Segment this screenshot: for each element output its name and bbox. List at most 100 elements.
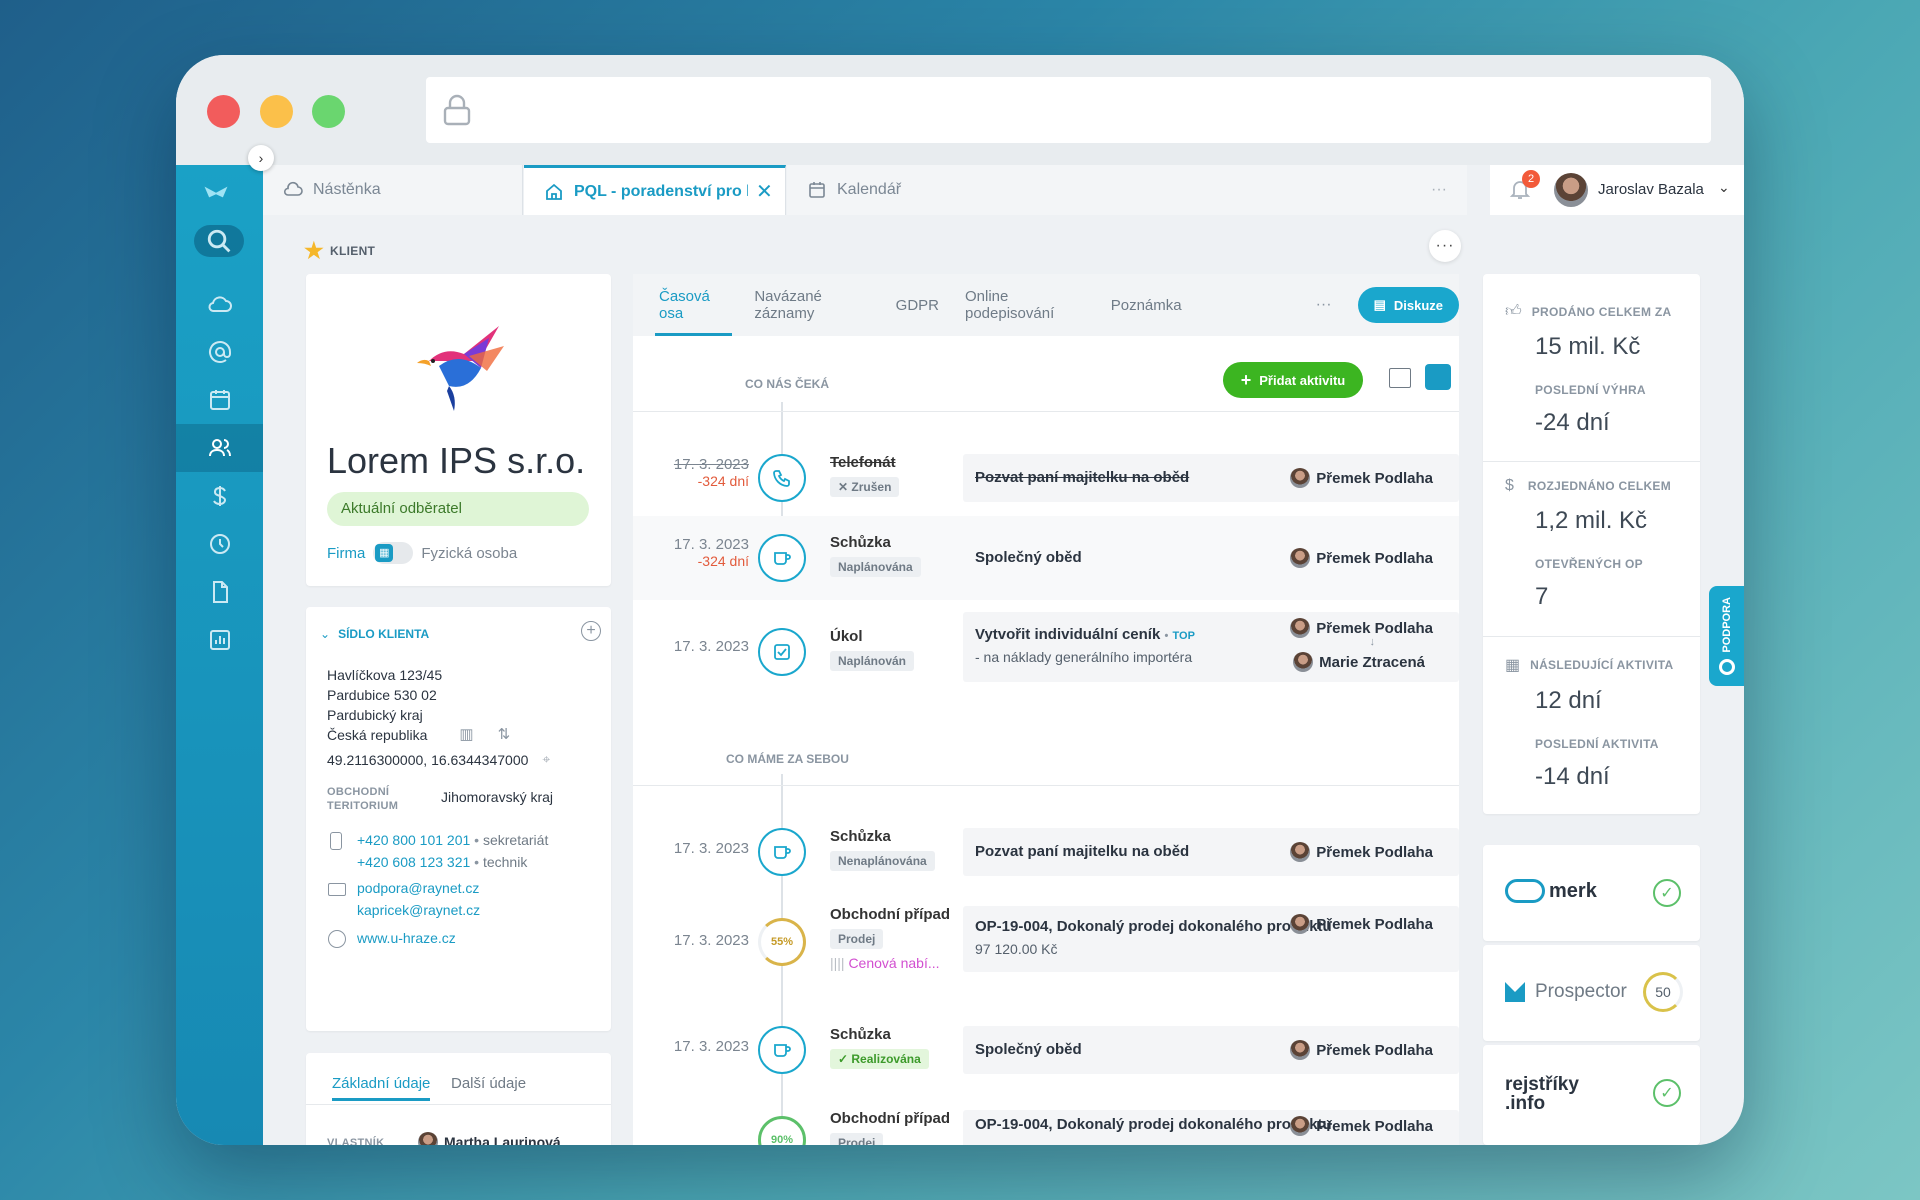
phone-2-link[interactable]: +420 608 123 321 — [357, 854, 470, 870]
rejstriky-integration[interactable]: rejstříky .info ✓ — [1483, 1045, 1700, 1145]
sidebar-item-history[interactable] — [176, 520, 263, 568]
row-owner-name: Přemek Podlaha — [1316, 915, 1433, 933]
phone-icon — [330, 832, 342, 850]
merk-logo-icon — [1505, 879, 1545, 903]
tab-label: PQL - poradenství pro k — [574, 182, 748, 200]
tab-label: Nástěnka — [313, 181, 381, 198]
integration-icon[interactable] — [1425, 364, 1451, 390]
prospector-integration[interactable]: Prospector 50 — [1483, 945, 1700, 1041]
merk-integration[interactable]: merk ✓ — [1483, 845, 1700, 941]
row-owner[interactable]: Přemek Podlaha — [1290, 1116, 1433, 1136]
discuss-button[interactable]: ▤ Diskuze — [1357, 287, 1460, 323]
sidebar-search-button[interactable] — [194, 225, 244, 257]
row-status: Nenaplánována — [830, 851, 935, 871]
timeline-more-button[interactable]: ··· — [1316, 296, 1332, 314]
tab-label: Kalendář — [837, 181, 902, 198]
tabs-more-button[interactable]: ··· — [1431, 181, 1447, 199]
upcoming-title: CO NÁS ČEKÁ — [745, 377, 830, 391]
email-1-link[interactable]: podpora@raynet.cz — [357, 877, 480, 899]
map-icon[interactable]: ▥ — [459, 725, 473, 745]
discuss-label: Diskuze — [1393, 297, 1444, 313]
calendar-icon: ▦ — [1505, 657, 1521, 674]
type-person-label[interactable]: Fyzická osoba — [421, 545, 517, 562]
timeline-row[interactable]: 17. 3. 2023 -324 dní Telefonát ✕ Zrušen … — [633, 436, 1459, 520]
sidebar-item-contacts[interactable] — [176, 424, 263, 472]
maximize-traffic-light[interactable] — [312, 95, 345, 128]
tab-more-details[interactable]: Další údaje — [451, 1075, 526, 1092]
timeline-row[interactable]: 17. 3. 2023 Úkol Naplánován Vytvořit ind… — [633, 600, 1459, 696]
close-tab-icon[interactable]: ✕ — [756, 179, 773, 204]
type-firm-label[interactable]: Firma — [327, 545, 365, 562]
user-menu[interactable]: 2 Jaroslav Bazala ⌄ — [1490, 165, 1744, 215]
owner-field[interactable]: Martha Laurinová — [418, 1132, 561, 1145]
timeline-row[interactable]: 17. 3. 2023 Schůzka Nenaplánována Pozvat… — [633, 810, 1459, 894]
address-bar[interactable] — [426, 77, 1711, 143]
timeline-row[interactable]: 17. 3. 2023 Schůzka ✓ Realizována Společ… — [633, 1008, 1459, 1092]
tab-timeline[interactable]: Časová osa — [654, 274, 733, 336]
sidebar-expand-button[interactable]: › — [248, 145, 274, 171]
row-owner[interactable]: Přemek Podlaha — [1290, 468, 1433, 488]
sidebar-item-dashboard[interactable] — [176, 280, 263, 328]
phones: +420 800 101 201 • sekretariát +420 608 … — [357, 832, 549, 870]
star-icon[interactable]: ★ — [304, 238, 324, 264]
owner-avatar — [1290, 1040, 1311, 1060]
globe-icon — [328, 930, 346, 948]
timeline-row[interactable]: 17. 3. 2023 -324 dní Schůzka Naplánována… — [633, 516, 1459, 600]
timeline-row[interactable]: 17. 3. 2023 55% Obchodní případ Prodej |… — [633, 894, 1459, 994]
timeline-tabs: Časová osa Navázané záznamy GDPR Online … — [633, 274, 1460, 336]
sidebar-item-calendar[interactable] — [176, 376, 263, 424]
raynet-logo-icon[interactable] — [203, 179, 237, 201]
client-card: Lorem IPS s.r.o. Aktuální odběratel Firm… — [306, 274, 611, 586]
close-traffic-light[interactable] — [207, 95, 240, 128]
tab-basic-details[interactable]: Základní údaje — [332, 1075, 431, 1101]
row-owner[interactable]: Přemek Podlaha — [1290, 618, 1433, 638]
sidebar-item-reports[interactable] — [176, 616, 263, 664]
tab-online-signing[interactable]: Online podepisování — [965, 274, 1085, 336]
support-tab[interactable]: PODPORA — [1709, 586, 1744, 686]
location-pin-icon[interactable]: ⌖ — [542, 751, 550, 768]
client-status-badge[interactable]: Aktuální odběratel — [327, 492, 589, 526]
tab-note[interactable]: Poznámka — [1111, 274, 1182, 336]
row-type-label: Obchodní případ — [830, 1110, 950, 1127]
row-owner[interactable]: Přemek Podlaha — [1290, 914, 1433, 934]
tab-calendar[interactable]: Kalendář ··· — [787, 165, 1467, 215]
page-more-button[interactable]: ··· — [1429, 230, 1461, 262]
deal-stage-label: Cenová nabí... — [848, 955, 940, 971]
row-owner[interactable]: Přemek Podlaha — [1290, 548, 1433, 568]
address-section-header[interactable]: ⌄ SÍDLO KLIENTA — [320, 627, 429, 641]
timeline-panel: Časová osa Navázané záznamy GDPR Online … — [633, 274, 1460, 1145]
phone-2-note: technik — [482, 854, 528, 870]
type-toggle[interactable]: ▦ — [373, 542, 414, 564]
row-type-circle — [758, 534, 806, 582]
route-icon[interactable]: ⇅ — [498, 725, 511, 745]
add-address-icon[interactable]: + — [581, 621, 601, 641]
tab-dashboard[interactable]: Nástěnka — [263, 165, 523, 215]
row-type: Telefonát ✕ Zrušen — [830, 454, 900, 497]
row-status: Zrušen — [851, 480, 892, 494]
timeline-row[interactable]: 90% Obchodní případ Prodej OP-19-004, Do… — [633, 1104, 1459, 1145]
client-type-switch[interactable]: Firma ▦ Fyzická osoba — [327, 542, 517, 564]
tab-client[interactable]: PQL - poradenství pro k ✕ — [524, 165, 786, 215]
calendar-icon — [809, 182, 825, 198]
building-icon: ▦ — [375, 544, 394, 562]
row-owner-name: Přemek Podlaha — [1316, 843, 1433, 861]
prospector-score: 50 — [1643, 972, 1683, 1012]
sidebar-item-documents[interactable] — [176, 568, 263, 616]
export-icon[interactable] — [1389, 368, 1411, 388]
row-owner[interactable]: Přemek Podlaha — [1290, 842, 1433, 862]
email-2-link[interactable]: kapricek@raynet.cz — [357, 899, 480, 921]
phone-1-link[interactable]: +420 800 101 201 — [357, 832, 470, 848]
tab-linked-records[interactable]: Navázané záznamy — [754, 274, 869, 336]
stat-lastwin-value: -24 dní — [1535, 409, 1610, 436]
tab-gdpr[interactable]: GDPR — [896, 274, 939, 336]
row-type-circle — [758, 1026, 806, 1074]
sidebar-item-email[interactable] — [176, 328, 263, 376]
row-owner[interactable]: Přemek Podlaha — [1290, 1040, 1433, 1060]
past-title: CO MÁME ZA SEBOU — [726, 752, 849, 766]
row-owner-name: Přemek Podlaha — [1316, 549, 1433, 567]
sidebar-item-sales[interactable] — [176, 472, 263, 520]
minimize-traffic-light[interactable] — [260, 95, 293, 128]
row-owner-2[interactable]: Marie Ztracená — [1293, 652, 1425, 672]
website-link[interactable]: www.u-hraze.cz — [357, 930, 456, 946]
add-activity-button[interactable]: + Přidat aktivitu — [1223, 362, 1363, 398]
